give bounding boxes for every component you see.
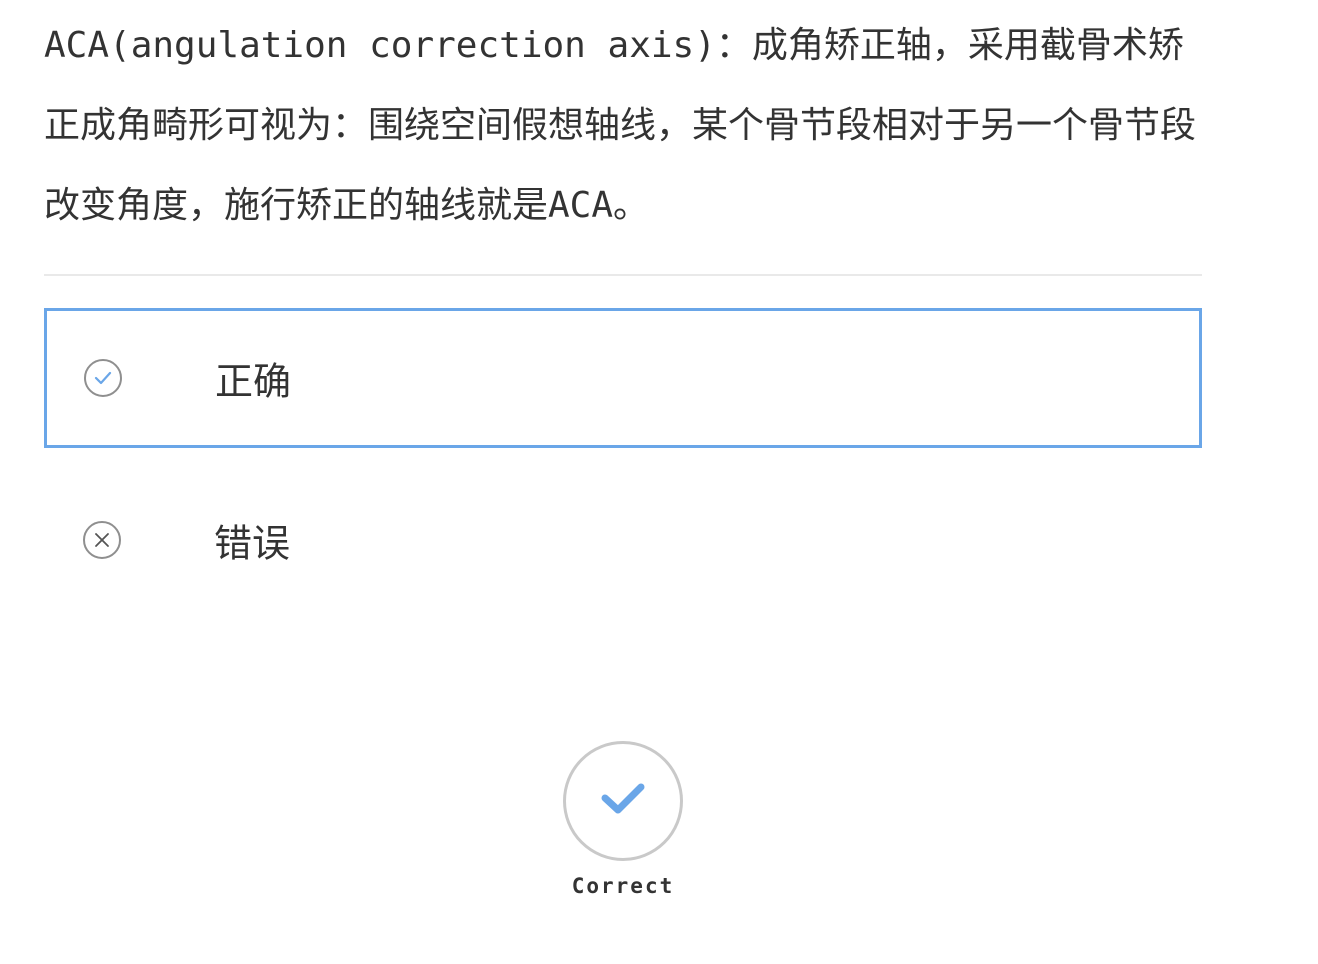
option-true[interactable]: 正确 [44,308,1202,448]
result-label: Correct [571,874,675,898]
question-text: ACA(angulation correction axis)：成角矫正轴，采用… [44,25,1197,226]
option-false-label: 错误 [214,521,291,566]
check-circle-icon [84,359,122,397]
divider [44,274,1202,276]
option-true-label: 正确 [215,359,292,404]
option-false[interactable]: 错误 [44,470,1202,610]
x-circle-icon [83,521,121,559]
result-badge [563,741,683,861]
checkmark-icon [601,782,645,820]
